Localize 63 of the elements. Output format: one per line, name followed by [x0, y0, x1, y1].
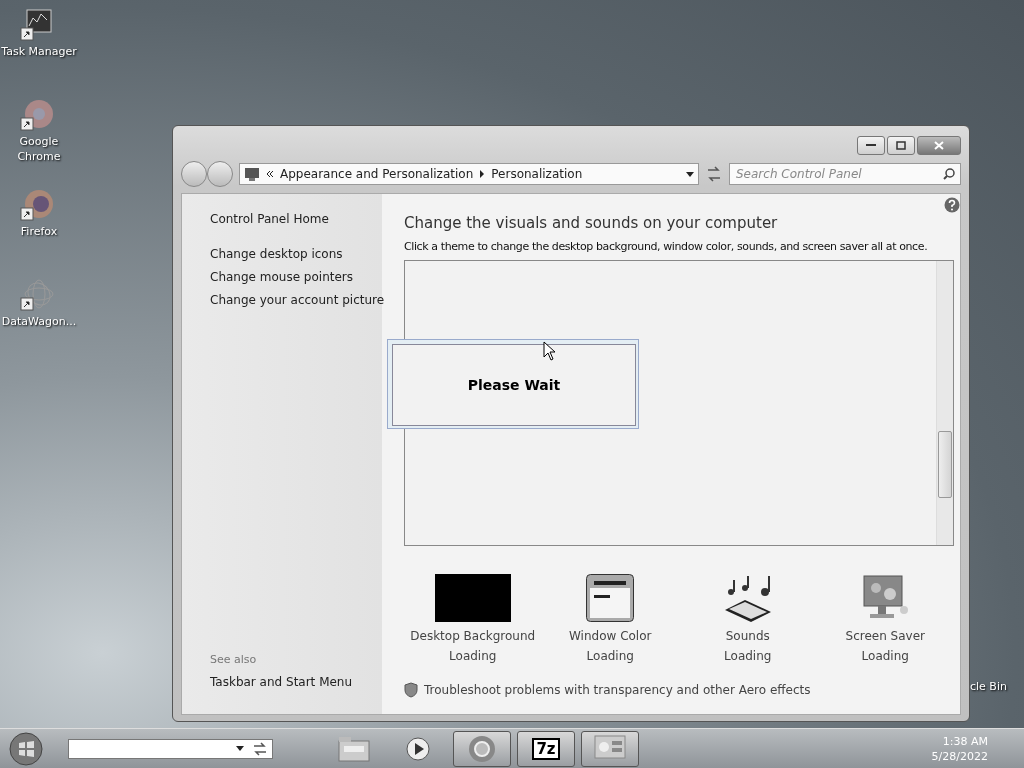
breadcrumb-arrow-icon [479, 170, 486, 178]
minimize-icon [866, 143, 876, 147]
play-icon [406, 736, 430, 761]
close-icon [934, 140, 944, 150]
taskbar-button[interactable]: 7z [517, 730, 575, 767]
clock-date: 5/28/2022 [931, 749, 988, 763]
scrollbar[interactable] [936, 261, 953, 545]
desktop-shortcut[interactable]: Google Chrome [0, 98, 78, 164]
clock-time: 1:38 AM [942, 734, 988, 748]
shield-icon [404, 682, 418, 698]
dropdown-arrow-icon [236, 746, 244, 751]
status-text: Loading [861, 648, 909, 665]
close-button[interactable] [917, 135, 961, 155]
dropdown-arrow-icon[interactable] [686, 171, 694, 177]
start-button[interactable] [8, 730, 44, 767]
breadcrumb-link[interactable]: Appearance and Personalization [280, 162, 474, 186]
refresh-icon [252, 741, 268, 756]
shortcut-label: Google Chrome [16, 134, 62, 164]
folder-icon [338, 735, 370, 762]
double-chevron-icon [266, 170, 274, 178]
troubleshoot-link[interactable]: Troubleshoot problems with transparency and other Aero effects [424, 680, 811, 700]
mouse-pointer-icon [543, 341, 557, 361]
minimize-button[interactable] [857, 135, 885, 155]
status-text: Loading [449, 648, 497, 665]
monitor-icon [244, 167, 260, 181]
forward-button[interactable] [207, 161, 233, 187]
sidebar-link[interactable]: Change your account picture [210, 289, 382, 312]
setting-link[interactable]: Sounds [725, 626, 770, 646]
desktop-shortcut[interactable]: Task Manager [0, 8, 78, 59]
setting-link[interactable]: Desktop Background [410, 626, 536, 646]
taskbar-button[interactable] [453, 730, 511, 767]
shortcut-label: Task Manager [1, 44, 77, 59]
sidebar-link[interactable]: Change desktop icons [210, 243, 382, 266]
status-text: Loading [586, 648, 634, 665]
desktop-shortcut[interactable]: Firefox [0, 188, 78, 239]
maximize-button[interactable] [887, 135, 915, 155]
back-button[interactable] [181, 161, 207, 187]
sidebar-link[interactable]: Control Panel Home [210, 208, 382, 231]
search-icon[interactable] [943, 168, 955, 180]
shortcut-label: Firefox [20, 224, 58, 239]
refresh-icon[interactable] [705, 166, 723, 182]
shortcut-label: cle Bin [970, 680, 1007, 693]
search-field[interactable]: Search Control Panel [729, 163, 961, 185]
see-also-heading: See also [210, 652, 258, 668]
scroll-thumb[interactable] [938, 431, 952, 498]
window-icon [586, 574, 635, 622]
page-description: Click a theme to change the desktop background, window color, sounds, and screen saver all at once. [404, 240, 929, 253]
setting-link[interactable]: Window Color [569, 626, 652, 646]
setting-link[interactable]: Screen Saver [845, 626, 925, 646]
seven-zip-logo: 7z [532, 737, 560, 760]
dialog-message: Please Wait [467, 377, 561, 393]
help-icon[interactable] [944, 197, 960, 213]
sidebar-link[interactable]: Change mouse pointers [210, 266, 382, 289]
status-text: Loading [724, 648, 772, 665]
address-toolbar-field[interactable] [68, 738, 273, 759]
page-heading: Change the visuals and sounds on your computer [404, 214, 779, 232]
maximize-icon [896, 140, 906, 150]
address-bar[interactable]: Appearance and Personalization Personalization [239, 163, 699, 185]
taskbar-button[interactable] [581, 730, 639, 767]
browser-icon [468, 734, 496, 763]
breadcrumb-link[interactable]: Personalization [491, 162, 583, 186]
shortcut-label: DataWagon... [1, 314, 77, 329]
sidebar-link[interactable]: Taskbar and Start Menu [210, 671, 382, 694]
